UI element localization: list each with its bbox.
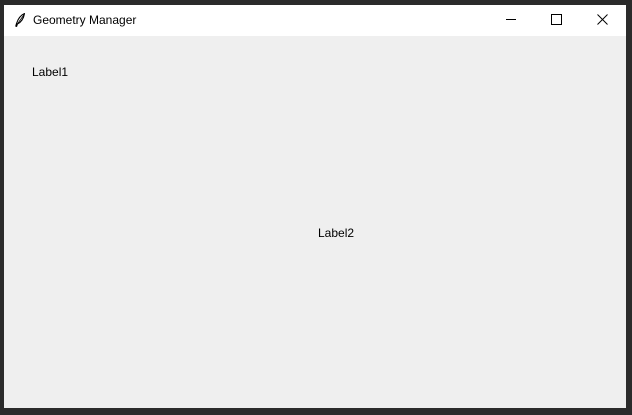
close-button[interactable] xyxy=(579,5,626,36)
title-bar[interactable]: Geometry Manager xyxy=(4,5,626,36)
close-icon xyxy=(597,12,608,30)
minimize-icon xyxy=(506,12,517,30)
app-window: Geometry Manager Label1 Label2 xyxy=(4,5,626,408)
maximize-button[interactable] xyxy=(534,5,579,36)
feather-icon xyxy=(12,12,28,28)
client-area: Label1 Label2 xyxy=(4,36,626,408)
minimize-button[interactable] xyxy=(489,5,534,36)
maximize-icon xyxy=(551,12,562,30)
label1: Label1 xyxy=(32,65,69,79)
label2: Label2 xyxy=(318,226,355,240)
window-title: Geometry Manager xyxy=(33,13,137,27)
